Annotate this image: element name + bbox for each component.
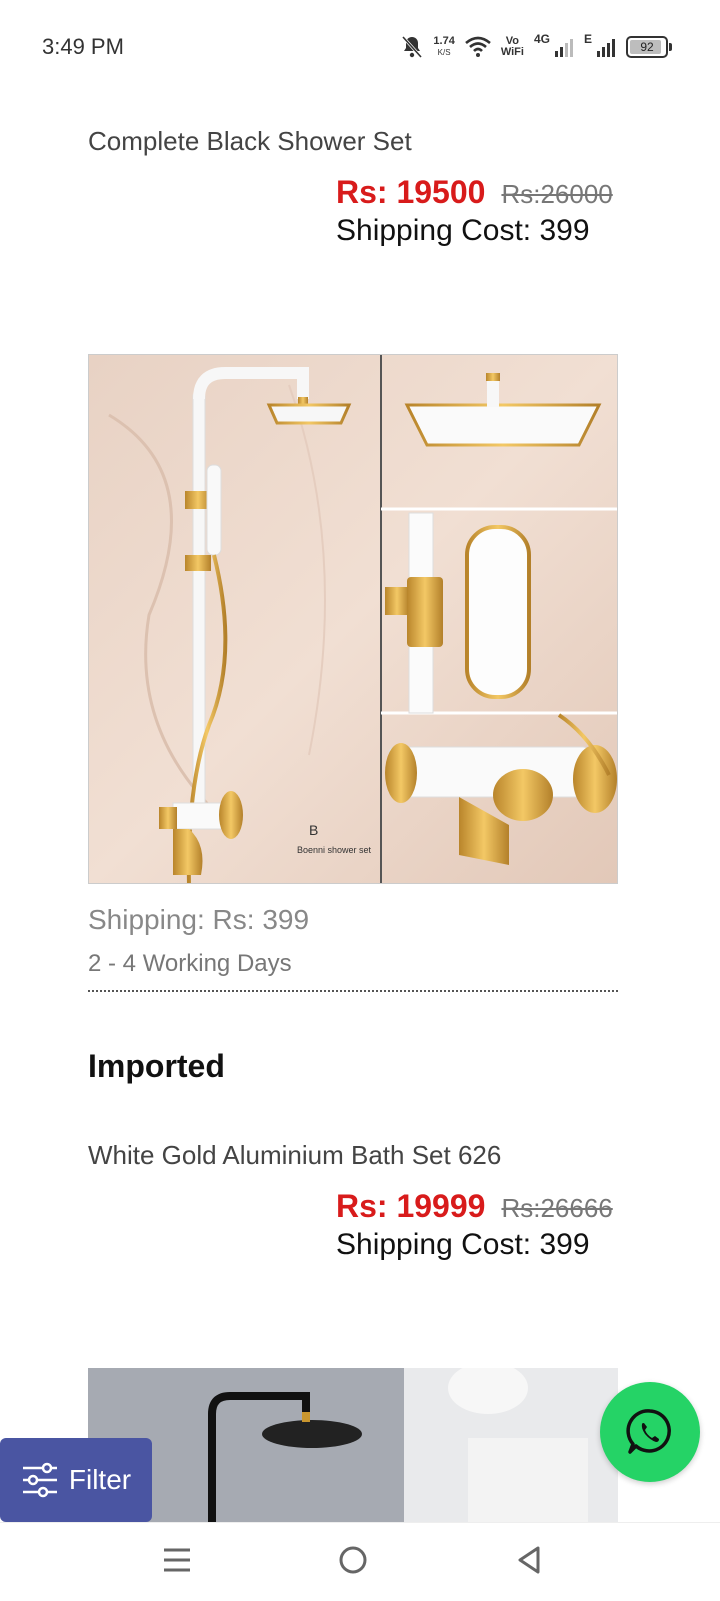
home-icon[interactable] — [338, 1545, 368, 1575]
speed-value: 1.74 — [433, 35, 455, 47]
shower-set-illustration: B Boenni shower set — [89, 355, 617, 883]
image-tag-letter: B — [309, 822, 318, 838]
signal-icon — [554, 39, 573, 57]
price-row: Rs: 19999 Rs:26666 — [336, 1188, 613, 1225]
navigation-bar — [0, 1522, 720, 1601]
status-icons: 1.74 K/S Vo WiFi 4G E 92 — [401, 30, 672, 64]
notifications-off-icon — [402, 35, 423, 59]
image-tag-caption: Boenni shower set — [297, 845, 372, 855]
shipping-info: Shipping: Rs: 399 — [88, 904, 310, 935]
shipping-cost: Shipping Cost: 399 — [336, 214, 590, 247]
speed-unit: K/S — [437, 48, 451, 57]
signal-icon-2 — [597, 39, 615, 57]
whatsapp-icon — [626, 1409, 671, 1454]
status-time: 3:49 PM — [42, 34, 124, 59]
network-e-label: E — [583, 32, 592, 46]
network-speed: 1.74 K/S — [433, 36, 454, 58]
product-title[interactable]: White Gold Aluminium Bath Set 626 — [88, 1140, 501, 1171]
price: Rs: 19500 — [336, 174, 486, 210]
status-bar: 3:49 PM 1.74 K/S Vo WiFi 4G E 92 — [0, 0, 720, 96]
volte-wifi-indicator: Vo WiFi — [500, 35, 524, 58]
product-image[interactable] — [88, 1368, 618, 1522]
old-price: Rs:26666 — [501, 1193, 613, 1223]
network-4g-label: 4G — [533, 32, 550, 46]
battery-icon: 92 — [626, 36, 672, 58]
old-price: Rs:26000 — [501, 179, 613, 209]
whatsapp-button[interactable] — [600, 1382, 700, 1482]
price: Rs: 19999 — [336, 1188, 486, 1224]
filter-label: Filter — [68, 1464, 132, 1495]
sliders-icon — [22, 1462, 57, 1498]
menu-icon[interactable] — [162, 1545, 192, 1575]
shipping-cost: Shipping Cost: 399 — [336, 1228, 590, 1261]
battery-level: 92 — [640, 40, 654, 54]
back-icon[interactable] — [514, 1545, 544, 1575]
divider — [88, 990, 618, 992]
black-shower-illustration — [88, 1368, 618, 1522]
wifi-icon — [465, 36, 491, 57]
price-row: Rs: 19500 Rs:26000 — [336, 174, 613, 211]
product-title[interactable]: Complete Black Shower Set — [88, 126, 412, 157]
filter-button[interactable]: Filter — [0, 1438, 152, 1522]
delivery-time: 2 - 4 Working Days — [88, 950, 292, 977]
product-image[interactable]: B Boenni shower set — [88, 354, 618, 884]
section-heading: Imported — [88, 1048, 225, 1084]
